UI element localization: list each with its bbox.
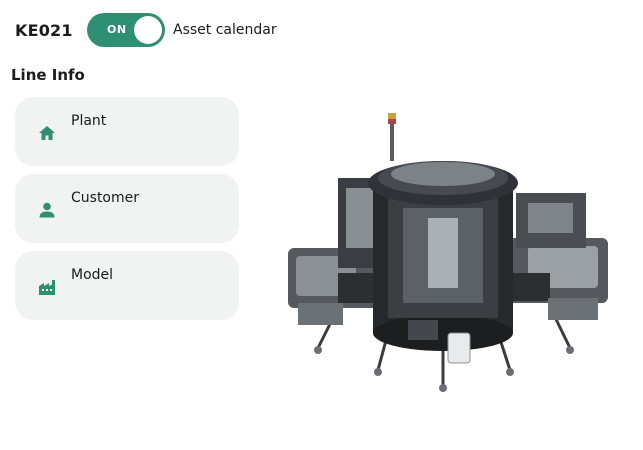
machine-image bbox=[278, 108, 618, 398]
line-info-title: Line Info bbox=[11, 66, 85, 84]
model-label: Model bbox=[71, 267, 114, 283]
asset-calendar-label: Asset calendar bbox=[173, 22, 277, 38]
customer-label: Customer bbox=[71, 190, 140, 206]
toggle-knob bbox=[134, 16, 162, 44]
plant-label: Plant bbox=[71, 113, 107, 129]
asset-id: KE021 bbox=[15, 21, 73, 40]
asset-calendar-toggle[interactable]: ON bbox=[87, 13, 165, 47]
factory-icon bbox=[39, 280, 55, 295]
model-card[interactable]: Model bbox=[15, 251, 239, 320]
person-icon bbox=[39, 202, 55, 218]
plant-card[interactable]: Plant bbox=[15, 97, 239, 166]
toggle-state-label: ON bbox=[107, 23, 127, 36]
home-icon bbox=[39, 126, 55, 140]
customer-card[interactable]: Customer bbox=[15, 174, 239, 243]
